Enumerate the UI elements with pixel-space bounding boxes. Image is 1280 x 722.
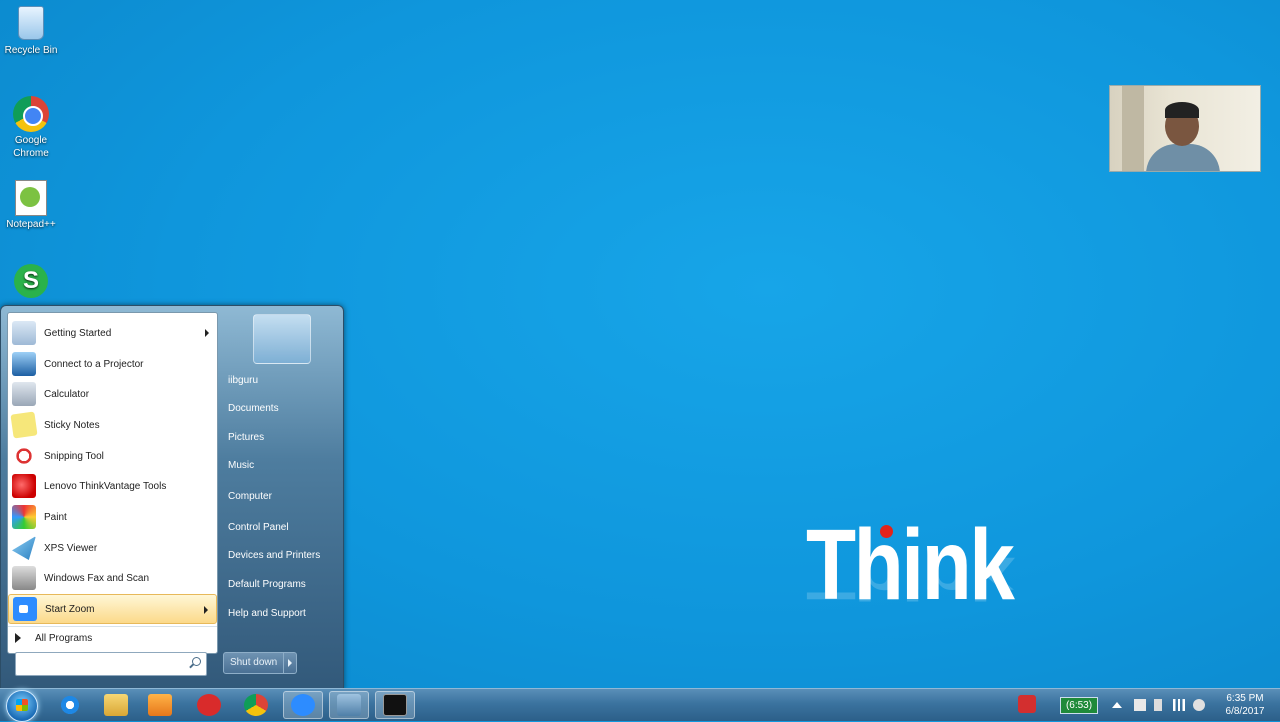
zoom-icon [13,597,37,621]
taskbar-chrome-button[interactable] [236,691,276,719]
expand-triangle-icon [15,633,21,643]
search-icon[interactable] [192,657,201,666]
battery-indicator[interactable]: (6:53) [1060,697,1098,714]
media-player-icon [148,694,172,716]
s-app-icon: S [13,264,49,300]
program-label: Windows Fax and Scan [44,572,150,584]
program-connect-projector[interactable]: Connect to a Projector [8,349,217,379]
taskbar-remote-desktop-button[interactable] [329,691,369,719]
taskbar-zoom-button[interactable] [283,691,323,719]
chrome-shortcut[interactable]: Google Chrome [0,96,62,160]
notepadpp-label: Notepad++ [6,219,56,230]
battery-tray-icon[interactable] [1154,699,1162,711]
remote-desktop-icon [337,694,361,716]
shutdown-group: Shut down [223,652,297,674]
taskbar-clock[interactable]: 6:35 PM 6/8/2017 [1212,692,1278,718]
program-calculator[interactable]: Calculator [8,379,217,409]
start-search-input[interactable] [19,655,183,673]
explorer-icon [104,694,128,716]
start-right-music[interactable]: Music [223,455,335,477]
start-right-help-support[interactable]: Help and Support [223,603,335,625]
webcam-overlay [1109,85,1261,172]
program-fax-scan[interactable]: Windows Fax and Scan [8,563,217,593]
start-right-default-programs[interactable]: Default Programs [223,574,335,596]
think-logo-dot [880,525,893,538]
program-start-zoom[interactable]: Start Zoom [8,594,217,624]
action-center-flag-icon[interactable] [1134,699,1146,711]
taskbar: (6:53) 6:35 PM 6/8/2017 [0,688,1280,722]
all-programs-button[interactable]: All Programs [8,626,217,649]
chrome-icon [13,96,49,132]
think-logo: Think [806,509,1015,621]
program-label: Paint [44,511,67,523]
program-label: Calculator [44,388,90,400]
cloud-app-icon [197,694,221,716]
start-orb-button[interactable] [6,690,38,722]
shutdown-options-arrow-icon[interactable] [284,652,297,674]
chrome-label: Google Chrome [13,135,49,159]
start-right-user[interactable]: iibguru [223,370,335,392]
program-label: Start Zoom [45,603,95,615]
taskbar-explorer-button[interactable] [96,691,136,719]
program-label: Getting Started [44,327,112,339]
start-menu-programs-pane: Getting Started Connect to a Projector C… [7,312,218,654]
program-label: XPS Viewer [44,542,98,554]
program-label: Snipping Tool [44,450,104,462]
getting-started-icon [12,321,36,345]
program-snipping-tool[interactable]: Snipping Tool [8,441,217,471]
snipping-tool-icon [12,444,36,468]
ie-icon [58,694,82,716]
start-right-documents[interactable]: Documents [223,398,335,420]
program-paint[interactable]: Paint [8,502,217,532]
submenu-arrow-icon [205,329,209,337]
program-label: Lenovo ThinkVantage Tools [44,480,167,492]
notepadpp-shortcut[interactable]: Notepad++ [0,180,62,231]
clock-time: 6:35 PM [1226,693,1264,704]
show-hidden-icons-arrow-icon[interactable] [1112,702,1122,708]
recycle-bin-label: Recycle Bin [4,45,58,56]
start-right-computer[interactable]: Computer [223,486,335,508]
program-label: Connect to a Projector [44,358,144,370]
program-lenovo-thinkvantage[interactable]: Lenovo ThinkVantage Tools [8,471,217,501]
security-tray-icon[interactable] [1018,695,1036,713]
paint-icon [12,505,36,529]
program-xps-viewer[interactable]: XPS Viewer [8,533,217,563]
start-right-pictures[interactable]: Pictures [223,427,335,449]
cmd-icon [383,694,407,716]
projector-icon [12,352,36,376]
user-picture[interactable] [253,314,311,364]
notepadpp-icon [13,180,49,216]
recycle-bin-shortcut[interactable]: Recycle Bin [0,4,62,57]
start-search-box[interactable] [15,652,207,676]
taskbar-ie-button[interactable] [50,691,90,719]
volume-muted-icon[interactable] [1193,699,1205,711]
shutdown-button[interactable]: Shut down [223,652,285,674]
zoom-icon [291,694,315,716]
taskbar-cmd-button[interactable] [375,691,415,719]
taskbar-media-player-button[interactable] [140,691,180,719]
network-icon[interactable] [1173,699,1185,711]
fax-scan-icon [12,566,36,590]
chrome-icon [244,694,268,716]
start-menu: Getting Started Connect to a Projector C… [0,305,344,690]
start-right-devices-printers[interactable]: Devices and Printers [223,545,335,567]
lenovo-icon [12,474,36,498]
clock-date: 6/8/2017 [1225,706,1265,717]
sticky-notes-icon [10,411,38,439]
program-sticky-notes[interactable]: Sticky Notes [8,410,217,440]
submenu-arrow-icon [204,606,208,614]
program-label: Sticky Notes [44,419,100,431]
start-right-control-panel[interactable]: Control Panel [223,517,335,539]
s-app-shortcut[interactable]: S [0,264,62,302]
program-getting-started[interactable]: Getting Started [8,318,217,348]
recycle-bin-icon [13,6,49,42]
taskbar-cloud-app-button[interactable] [189,691,229,719]
xps-viewer-icon [12,536,36,560]
calculator-icon [12,382,36,406]
all-programs-label: All Programs [35,632,93,644]
